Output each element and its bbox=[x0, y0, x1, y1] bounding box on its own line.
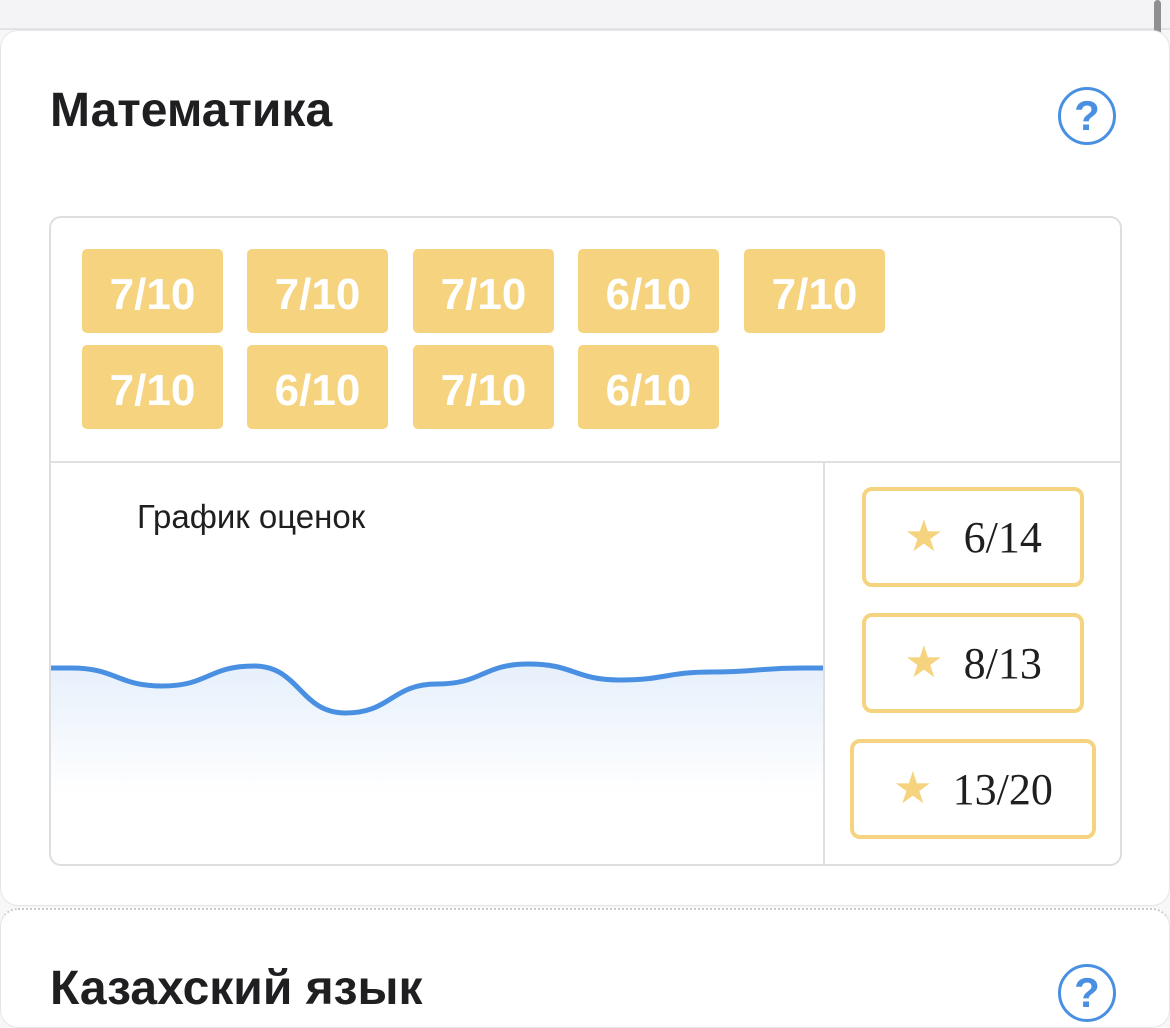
grade-badge[interactable]: 7/10 bbox=[82, 249, 223, 333]
subject-card-kazakh: Казахский язык ? bbox=[0, 908, 1170, 1028]
chart-svg bbox=[51, 661, 823, 793]
grade-badge[interactable]: 7/10 bbox=[82, 345, 223, 429]
grade-badge[interactable]: 7/10 bbox=[247, 249, 388, 333]
subject-title: Математика bbox=[50, 84, 333, 137]
grade-badge[interactable]: 6/10 bbox=[578, 249, 719, 333]
help-icon[interactable]: ? bbox=[1058, 964, 1116, 1022]
score-value: 13/20 bbox=[952, 764, 1053, 814]
score-box[interactable]: ★ 13/20 bbox=[850, 739, 1096, 839]
star-icon: ★ bbox=[904, 638, 944, 687]
top-strip bbox=[0, 0, 1170, 30]
divider bbox=[823, 463, 825, 864]
grade-badge[interactable]: 7/10 bbox=[413, 249, 554, 333]
help-icon[interactable]: ? bbox=[1058, 87, 1116, 145]
subject-title: Казахский язык bbox=[50, 962, 423, 1015]
grades-panel: 7/10 7/10 7/10 6/10 7/10 7/10 6/10 7/10 … bbox=[49, 216, 1122, 866]
grade-badge[interactable]: 6/10 bbox=[247, 345, 388, 429]
subject-card-math: Математика ? 7/10 7/10 7/10 6/10 7/10 7/… bbox=[0, 30, 1170, 906]
star-icon: ★ bbox=[893, 764, 933, 813]
grade-badge[interactable]: 6/10 bbox=[578, 345, 719, 429]
score-box[interactable]: ★ 8/13 bbox=[862, 613, 1084, 713]
grades-chart: График оценок bbox=[51, 463, 823, 864]
score-box[interactable]: ★ 6/14 bbox=[862, 487, 1084, 587]
grade-badge[interactable]: 7/10 bbox=[413, 345, 554, 429]
grade-badge[interactable]: 7/10 bbox=[744, 249, 885, 333]
score-value: 8/13 bbox=[963, 638, 1042, 688]
star-icon: ★ bbox=[904, 512, 944, 561]
score-value: 6/14 bbox=[963, 512, 1042, 562]
